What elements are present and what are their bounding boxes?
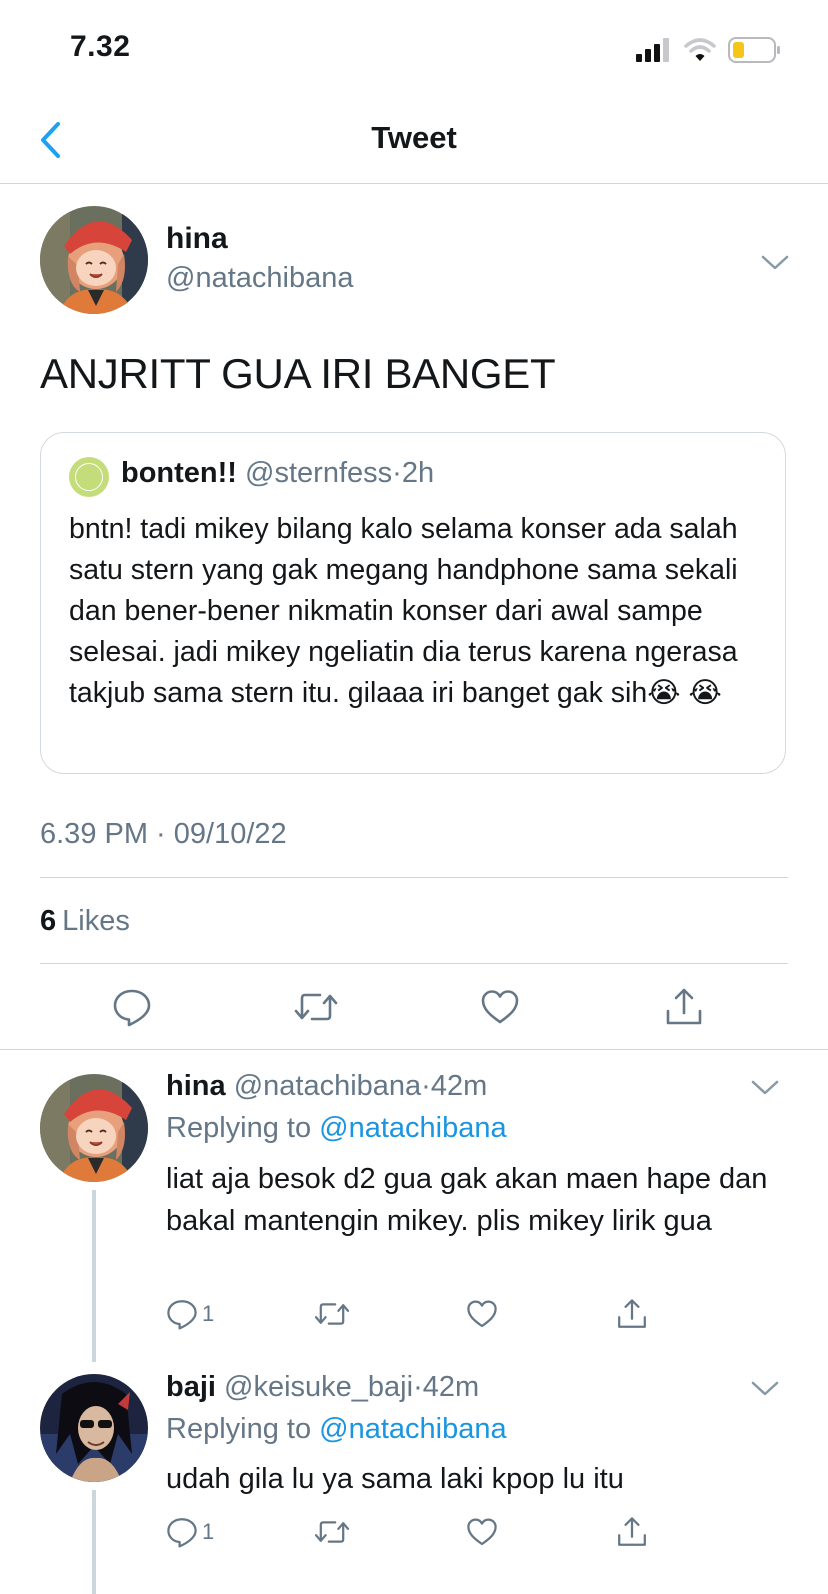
replying-to: Replying to @natachibana <box>166 1413 507 1446</box>
like-icon <box>467 1518 497 1546</box>
reply-author-handle[interactable]: @natachibana <box>234 1070 421 1102</box>
tweet-timestamp: 6.39 PM · 09/10/22 <box>40 818 287 850</box>
retweet-icon <box>314 1303 350 1325</box>
reply-time: 42m <box>430 1070 488 1102</box>
like-button[interactable] <box>466 1296 498 1332</box>
quoted-header: bonten!! @sternfess·2h <box>121 457 434 490</box>
avatar-image <box>40 206 148 314</box>
reply-header: hina @natachibana·42m <box>166 1070 487 1103</box>
share-button[interactable] <box>616 1514 648 1550</box>
reply-icon <box>113 989 151 1027</box>
chevron-down-icon[interactable] <box>750 1078 780 1098</box>
reply-actions: 1 <box>0 1514 828 1554</box>
reply-icon <box>167 1300 197 1330</box>
like-icon <box>467 1300 497 1328</box>
reply-header: baji @keisuke_baji·42m <box>166 1371 479 1404</box>
like-button[interactable] <box>466 1514 498 1550</box>
quoted-separator: · <box>392 457 402 489</box>
likes-label: Likes <box>62 905 130 937</box>
reply-button[interactable]: 1 <box>166 1514 214 1550</box>
avatar[interactable] <box>40 206 148 314</box>
battery-icon <box>728 37 780 63</box>
quoted-text: bntn! tadi mikey bilang kalo selama kons… <box>69 513 738 709</box>
reply-text: udah gila lu ya sama laki kpop lu itu <box>166 1463 624 1495</box>
signal-icon <box>636 38 669 62</box>
retweet-button[interactable] <box>314 1514 350 1550</box>
reply-author-name[interactable]: hina <box>166 1070 226 1102</box>
share-icon <box>618 1299 646 1328</box>
replying-prefix: Replying to <box>166 1413 312 1445</box>
reply-avatar[interactable] <box>40 1074 148 1182</box>
avatar-image <box>40 1074 148 1182</box>
quoted-handle: @sternfess <box>245 457 393 489</box>
status-time: 7.32 <box>70 30 131 63</box>
tweet-text: ANJRITT GUA IRI BANGET <box>40 350 556 397</box>
share-icon <box>618 1517 646 1546</box>
reply-author-name[interactable]: baji <box>166 1371 216 1403</box>
section-divider <box>0 1049 828 1050</box>
wifi-icon <box>684 38 716 61</box>
retweet-icon <box>294 993 338 1021</box>
avatar-image <box>40 1374 148 1482</box>
reply-icon <box>167 1518 197 1548</box>
reply-avatar[interactable] <box>40 1374 148 1482</box>
quoted-time: 2h <box>401 457 435 489</box>
reply-actions: 1 <box>0 1296 828 1336</box>
quoted-tweet[interactable]: bonten!! @sternfess·2h bntn! tadi mikey … <box>40 432 786 774</box>
author-name[interactable]: hina <box>166 222 228 256</box>
status-icons <box>636 36 782 64</box>
replying-to-link[interactable]: @natachibana <box>319 1413 506 1445</box>
nav-bar: Tweet <box>0 96 828 184</box>
reply-button[interactable] <box>110 985 154 1029</box>
likes-count: 6 <box>40 905 57 937</box>
divider <box>40 963 788 964</box>
reply-button[interactable]: 1 <box>166 1296 214 1332</box>
share-button[interactable] <box>662 985 706 1029</box>
replying-to-link[interactable]: @natachibana <box>319 1112 506 1144</box>
share-icon <box>666 988 702 1025</box>
quoted-avatar <box>69 457 109 497</box>
page-title: Tweet <box>371 120 457 155</box>
retweet-button[interactable] <box>294 985 338 1029</box>
divider <box>40 877 788 878</box>
retweet-button[interactable] <box>314 1296 350 1332</box>
reply-text: liat aja besok d2 gua gak akan maen hape… <box>166 1163 768 1237</box>
chevron-down-icon[interactable] <box>760 253 790 273</box>
reply-count: 1 <box>202 1301 215 1326</box>
retweet-icon <box>314 1521 350 1543</box>
replying-to: Replying to @natachibana <box>166 1112 507 1145</box>
reply-count: 1 <box>202 1519 215 1544</box>
share-button[interactable] <box>616 1296 648 1332</box>
reply-author-handle[interactable]: @keisuke_baji <box>224 1371 413 1403</box>
thread-line <box>92 1190 96 1362</box>
status-bar: 7.32 <box>0 0 828 96</box>
likes-stat[interactable]: 6 Likes <box>40 905 130 938</box>
reply-separator: · <box>421 1070 431 1102</box>
reply-separator: · <box>413 1371 423 1403</box>
reply-time: 42m <box>422 1371 480 1403</box>
like-button[interactable] <box>478 985 522 1029</box>
quoted-name: bonten!! <box>121 457 237 489</box>
like-icon <box>481 990 519 1024</box>
tweet-actions <box>0 985 828 1045</box>
replying-prefix: Replying to <box>166 1112 312 1144</box>
chevron-down-icon[interactable] <box>750 1379 780 1399</box>
author-handle[interactable]: @natachibana <box>166 262 353 295</box>
